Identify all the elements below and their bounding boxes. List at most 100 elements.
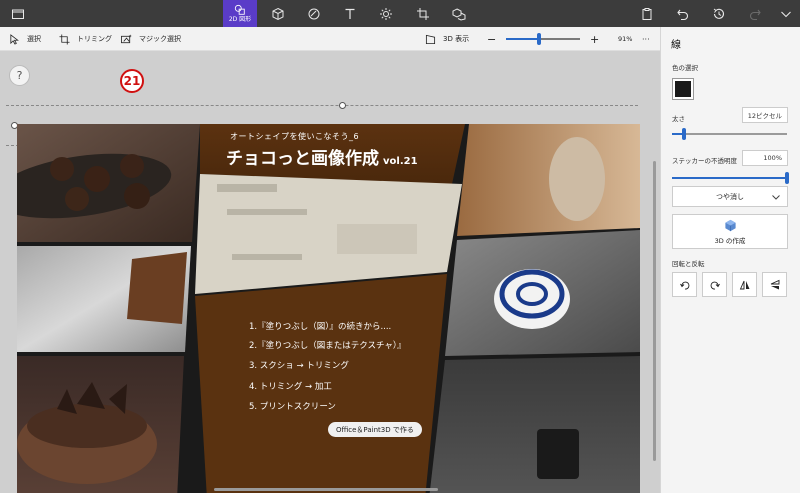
artwork-image[interactable]: オートシェイプを使いこなそう_6 チョコっと画像作成 vol.21 1.『塗りつぶ… [17,124,640,493]
menu-button[interactable] [4,0,32,27]
3d-view-icon [425,34,436,44]
more-icon: ··· [642,34,650,44]
properties-panel: 線 色の選択 太さ 12ピクセル ステッカーの不透明度 100% つや消し 3D… [660,27,800,493]
artwork-tag: Office＆Paint3D で作る [328,422,422,437]
artwork-graphics [17,124,640,493]
zoom-slider-fill [506,38,540,40]
artwork-title-text: チョコっと画像作成 [226,149,379,169]
3d-library-icon [452,7,466,21]
redo-icon [749,9,761,20]
cube-icon [272,7,284,20]
thickness-slider[interactable] [672,128,787,140]
finish-value: つや消し [716,192,744,201]
paste-button[interactable] [633,0,661,27]
artwork-title: チョコっと画像作成 vol.21 [226,144,418,169]
tab-canvas[interactable] [409,0,437,27]
zoom-slider-thumb[interactable] [537,33,542,45]
flip-vertical-button[interactable] [762,272,787,297]
top-ribbon: 2D 図形 [0,0,800,27]
crop-icon [59,33,70,45]
rotate-right-button[interactable] [702,272,727,297]
thickness-value: 12ピクセル [747,112,782,120]
flip-horizontal-icon [739,280,749,289]
make-3d-label: 3D の作成 [714,236,746,245]
artwork-list-item: 4. トリミング → 加工 [249,382,332,392]
undo-icon [677,9,689,20]
rotate-left-icon [679,281,689,289]
view-3d-label: 3D 表示 [443,35,470,43]
thickness-slider-thumb[interactable] [681,128,686,140]
opacity-slider-thumb[interactable] [785,172,789,184]
expand-ribbon-button[interactable] [772,0,800,27]
color-swatch-fill [675,81,691,97]
tab-3d-library[interactable] [445,0,473,27]
crop-label: トリミング [77,35,112,43]
panel-title: 線 [671,40,681,51]
flip-horizontal-button[interactable] [732,272,757,297]
color-swatch[interactable] [672,78,694,100]
undo-button[interactable] [669,0,697,27]
cube-icon [724,219,736,231]
canvas-area[interactable]: ? 21 オートシェイプを使いこなそう_6 チョコっと画像作成 vol.21 1… [0,51,660,493]
tab-3d-shapes[interactable] [264,0,292,27]
crop-icon [417,7,429,20]
vertical-scrollbar[interactable] [653,161,656,461]
zoom-in-button[interactable]: + [590,27,599,51]
chevron-down-icon [781,11,791,17]
selection-handle-top[interactable] [339,102,346,109]
view-3d-button[interactable]: 3D 表示 [425,27,469,51]
zoom-value: 91% [618,35,633,43]
sake-photo [457,124,640,236]
opacity-label: ステッカーの不透明度 [672,157,737,165]
selection-top-border [6,105,638,106]
artwork-list-item: 3. スクショ → トリミング [249,361,349,371]
magic-select-button[interactable]: マジック選択 [121,27,181,51]
zoom-percent[interactable]: 91% [618,27,632,51]
rotate-left-button[interactable] [672,272,697,297]
zoom-slider[interactable] [506,33,580,45]
zoom-plus-glyph: + [590,32,600,46]
thickness-input[interactable]: 12ピクセル [742,107,788,123]
thickness-label: 太さ [672,115,685,123]
cursor-icon [10,33,19,45]
opacity-input[interactable]: 100% [742,150,788,166]
history-icon [713,8,725,19]
zoom-minus-glyph: − [487,32,497,46]
artwork-subtitle: オートシェイプを使いこなそう_6 [230,132,360,141]
opacity-slider[interactable] [672,172,789,184]
crop-button[interactable]: トリミング [59,27,112,51]
paint3d-window: 2D 図形 選択 トリミング マジック選択 3D 表示 − + 91% ··· … [0,0,800,493]
redo-button[interactable] [741,0,769,27]
history-button[interactable] [705,0,733,27]
opacity-slider-fill [672,177,787,179]
paste-icon [642,7,652,20]
zoom-out-button[interactable]: − [487,27,496,51]
sun-icon [380,7,392,20]
color-label: 色の選択 [672,64,698,72]
2d-shapes-icon [234,4,245,15]
sticker-icon [308,8,320,19]
page-number: 21 [123,74,141,88]
more-options-button[interactable]: ··· [642,27,650,51]
flip-vertical-icon [770,279,779,289]
folder-icon [12,9,24,19]
tea-cup-photo [429,356,640,493]
make-3d-button[interactable]: 3D の作成 [672,214,788,249]
artwork-list-item: 5. プリントスクリーン [249,402,336,412]
chevron-down-icon [772,195,780,200]
rotate-right-icon [710,281,720,289]
finish-dropdown[interactable]: つや消し [672,186,788,207]
artwork-list-item: 1.『塗りつぶし（図）』の続きから.... [249,322,392,332]
help-button[interactable]: ? [9,65,30,86]
artwork-list-item: 2.『塗りつぶし（図またはテクスチャ）』 [249,341,406,351]
tab-text[interactable] [336,0,364,27]
tab-effects[interactable] [372,0,400,27]
horizontal-scrollbar[interactable] [214,488,438,491]
select-button[interactable]: 選択 [9,27,41,51]
tab-2d-shapes-label: 2D 図形 [228,16,252,23]
help-icon: ? [16,69,23,82]
command-bar: 選択 トリミング マジック選択 3D 表示 − + 91% ··· [0,27,660,51]
tab-2d-shapes[interactable]: 2D 図形 [223,0,257,27]
tab-stickers[interactable] [300,0,328,27]
magic-select-label: マジック選択 [139,35,181,43]
